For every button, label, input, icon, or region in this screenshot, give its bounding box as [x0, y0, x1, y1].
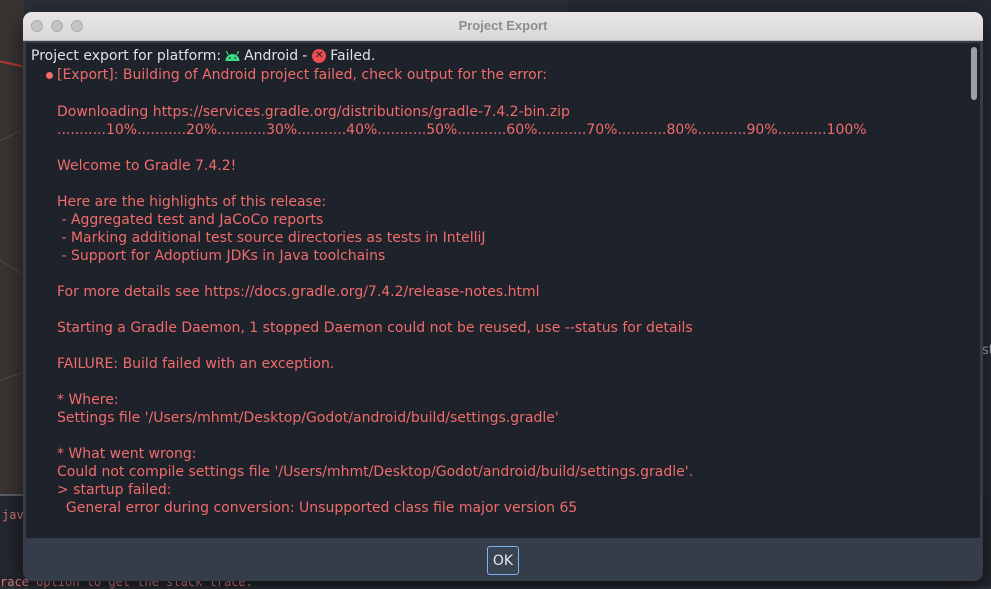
- project-export-dialog: Project Export Project export for platfo…: [23, 12, 983, 581]
- background-viewport: [0, 0, 24, 495]
- error-bullet-icon: [46, 72, 53, 79]
- output-line: - Aggregated test and JaCoCo reports: [57, 212, 324, 228]
- output-line: * Where:: [57, 392, 119, 408]
- export-status-prefix: Project export for platform:: [31, 48, 222, 64]
- output-line: Downloading https://services.gradle.org/…: [57, 104, 570, 120]
- export-status-line: Project export for platform: Android - ✕…: [31, 48, 375, 64]
- output-line: - Marking additional test source directo…: [57, 230, 486, 246]
- export-error-message: [Export]: Building of Android project fa…: [57, 67, 547, 83]
- export-status-separator: -: [302, 48, 308, 64]
- output-line: > startup failed:: [57, 482, 172, 498]
- background-script-tab-text: jav: [2, 508, 24, 522]
- output-line: FAILURE: Build failed with an exception.: [57, 356, 335, 372]
- output-line: General error during conversion: Unsuppo…: [57, 500, 578, 516]
- error-circle-icon: ✕: [312, 49, 327, 63]
- output-line: - Support for Adoptium JDKs in Java tool…: [57, 248, 386, 264]
- export-platform-name: Android: [244, 48, 299, 64]
- background-divider: [0, 494, 24, 496]
- background-right-text: st: [982, 343, 991, 358]
- output-line: Here are the highlights of this release:: [57, 194, 327, 210]
- output-line: Starting a Gradle Daemon, 1 stopped Daem…: [57, 320, 693, 336]
- log-scrollbar-thumb[interactable]: [971, 47, 977, 100]
- window-titlebar: Project Export: [23, 12, 983, 41]
- export-status-text: Failed.: [330, 48, 376, 64]
- export-log-output[interactable]: Project export for platform: Android - ✕…: [26, 43, 980, 538]
- output-line: Settings file '/Users/mhmt/Desktop/Godot…: [57, 410, 559, 426]
- gradle-output: Downloading https://services.gradle.org/…: [57, 103, 867, 517]
- log-scrollbar[interactable]: [971, 47, 977, 537]
- ok-button[interactable]: OK: [487, 546, 519, 575]
- window-title: Project Export: [458, 18, 548, 33]
- android-icon: [225, 50, 240, 61]
- output-line: For more details see https://docs.gradle…: [57, 284, 540, 300]
- output-line: Welcome to Gradle 7.4.2!: [57, 158, 237, 174]
- output-line: ...........10%...........20%...........3…: [57, 122, 867, 138]
- output-line: Could not compile settings file '/Users/…: [57, 464, 694, 480]
- output-line: * What went wrong:: [57, 446, 197, 462]
